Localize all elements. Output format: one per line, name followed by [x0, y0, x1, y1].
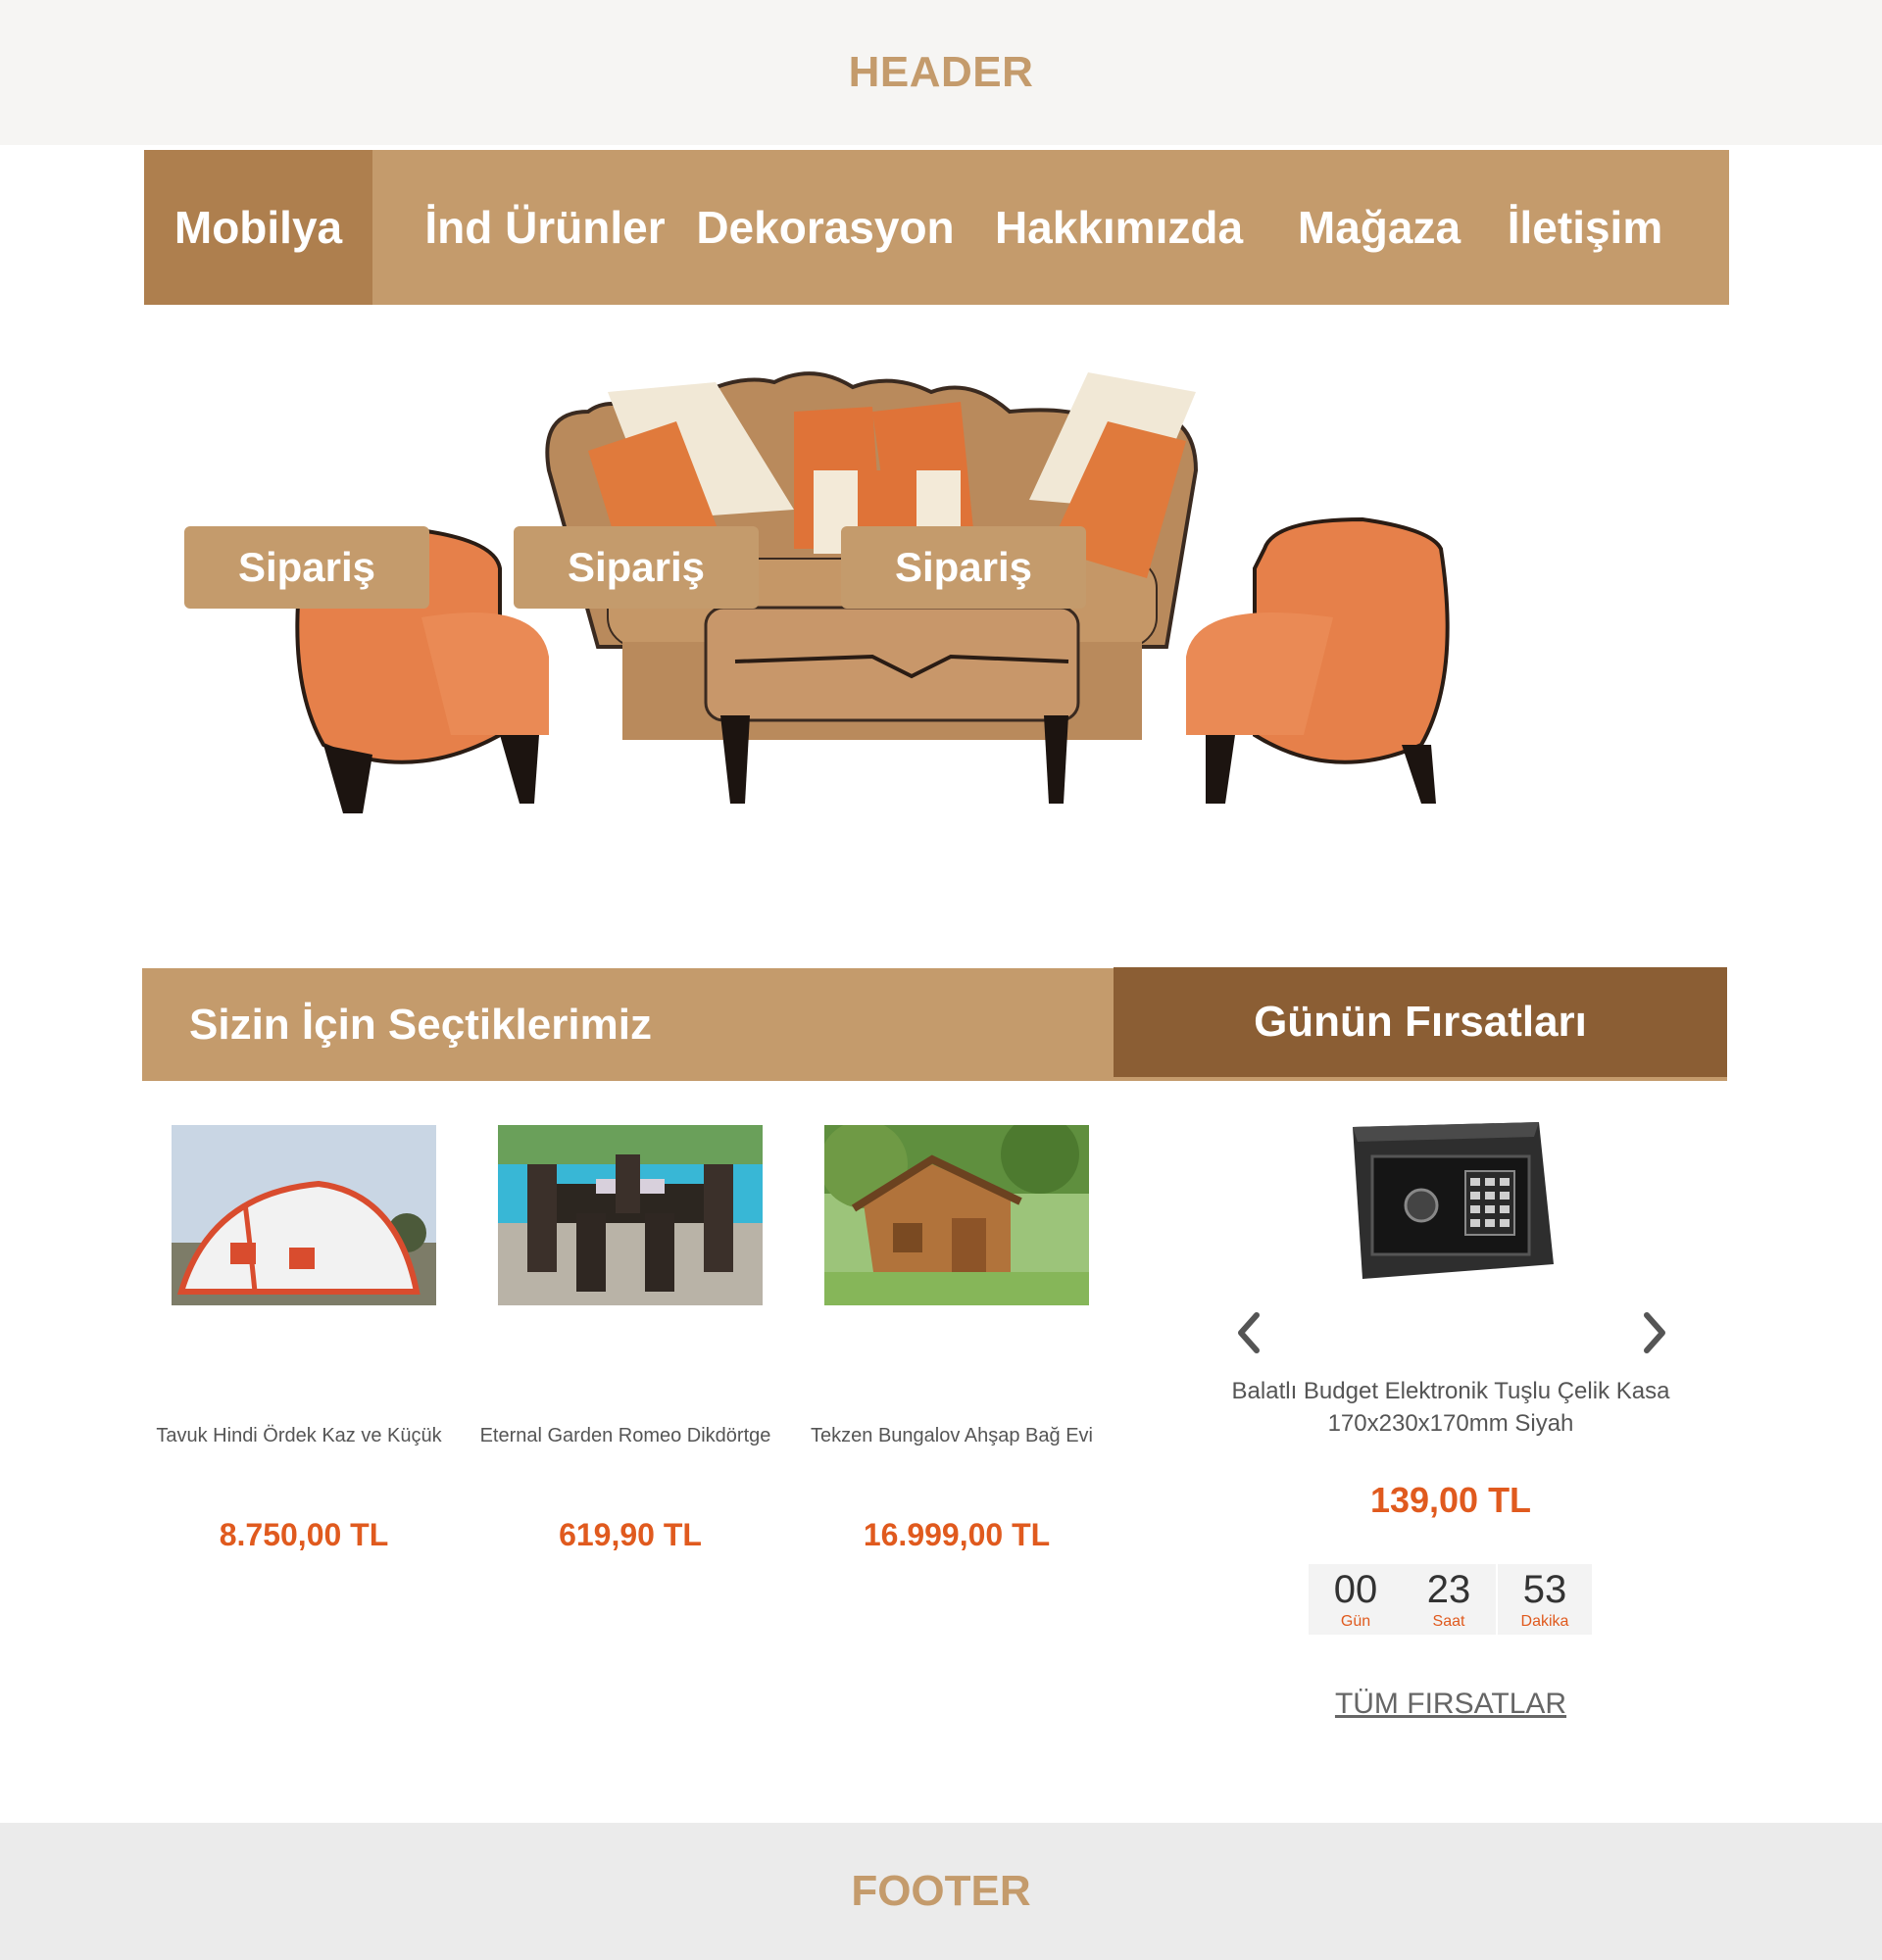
footer-label: FOOTER [851, 1867, 1031, 1915]
countdown-minutes: 53 Dakika [1498, 1564, 1592, 1635]
main-nav: Mobilya İnd Ürünler Dekorasyon Hakkımızd… [144, 150, 1729, 305]
garden-furniture-photo[interactable] [498, 1125, 763, 1305]
steel-safe-photo[interactable] [1343, 1117, 1559, 1284]
chevron-left-icon[interactable] [1229, 1303, 1268, 1362]
site-footer: FOOTER [0, 1823, 1882, 1960]
order-button[interactable]: Sipariş [184, 526, 429, 609]
site-header: HEADER [0, 0, 1882, 145]
nav-item-dekorasyon[interactable]: Dekorasyon [683, 150, 967, 305]
countdown-days: 00 Gün [1309, 1564, 1403, 1635]
nav-item-ind-urunler[interactable]: İnd Ürünler [397, 150, 693, 305]
countdown-value: 00 [1333, 1568, 1378, 1611]
countdown-hours: 23 Saat [1402, 1564, 1496, 1635]
countdown-label: Dakika [1520, 1613, 1569, 1630]
order-button[interactable]: Sipariş [841, 526, 1086, 609]
product-price: 16.999,00 TL [863, 1517, 1051, 1552]
deal-price: 139,00 TL [1369, 1480, 1532, 1520]
nav-item-hakkimizda[interactable]: Hakkımızda [979, 150, 1259, 305]
nav-item-magaza[interactable]: Mağaza [1276, 150, 1482, 305]
nav-item-iletisim[interactable]: İletişim [1487, 150, 1683, 305]
countdown-value: 23 [1426, 1568, 1471, 1611]
tent-photo[interactable] [172, 1125, 436, 1305]
picks-section-title: Sizin İçin Seçtiklerimiz [142, 968, 1114, 1081]
all-deals-link[interactable]: TÜM FIRSATLAR [1294, 1688, 1608, 1721]
product-price: 619,90 TL [559, 1517, 702, 1552]
order-button[interactable]: Sipariş [514, 526, 759, 609]
deal-product-name[interactable]: Balatlı Budget Elektronik Tuşlu Çelik Ka… [1196, 1375, 1706, 1440]
chevron-right-icon[interactable] [1635, 1303, 1674, 1362]
hero-sofa-image [284, 353, 1598, 911]
product-name[interactable]: Eternal Garden Romeo Dikdörtge [464, 1425, 787, 1447]
product-price: 8.750,00 TL [219, 1517, 389, 1552]
nav-item-mobilya[interactable]: Mobilya [144, 150, 372, 305]
product-name[interactable]: Tekzen Bungalov Ahşap Bağ Evi [790, 1425, 1114, 1447]
wooden-bungalow-photo[interactable] [824, 1125, 1089, 1305]
countdown-label: Gün [1340, 1613, 1371, 1630]
header-label: HEADER [848, 48, 1034, 96]
countdown-value: 53 [1522, 1568, 1567, 1611]
product-name[interactable]: Tavuk Hindi Ördek Kaz ve Küçük [137, 1425, 461, 1447]
deals-section-title: Günün Fırsatları [1114, 967, 1727, 1081]
countdown-label: Saat [1432, 1613, 1465, 1630]
